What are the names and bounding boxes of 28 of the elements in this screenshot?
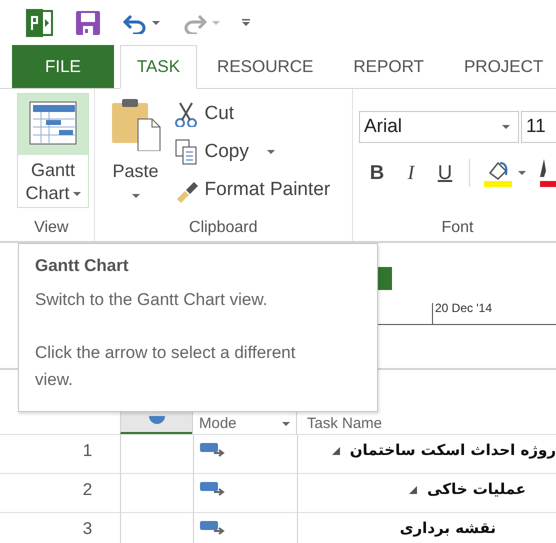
task-name: عملیات خاکی — [427, 479, 526, 500]
font-name-combo[interactable]: Arial — [359, 111, 519, 143]
underline-button[interactable]: U — [435, 162, 455, 184]
group-label: View — [33, 219, 70, 238]
bold-button[interactable]: B — [367, 162, 387, 184]
group-label: Font — [440, 219, 474, 238]
format-painter-button[interactable]: Format Painter — [174, 175, 330, 205]
tooltip-text: Switch to the Gantt Chart view. — [35, 289, 268, 311]
group-label: Clipboard — [188, 219, 258, 238]
ribbon-tab[interactable]: TASK — [120, 45, 198, 89]
tooltip-text: Click the arrow to select a different view. — [35, 342, 296, 391]
font-size-field[interactable]: 11 — [521, 111, 556, 143]
cut-button[interactable]: Cut — [174, 99, 330, 129]
ribbon-tab[interactable]: PROJECT — [444, 45, 556, 88]
timeline-date: 20 Dec '14 — [435, 301, 492, 315]
row-number: 3 — [82, 518, 94, 540]
gantt-chart-button[interactable]: Gantt Chart — [17, 93, 89, 208]
tooltip-title: Gantt Chart — [35, 256, 130, 276]
ribbon-tab[interactable]: REPORT — [333, 45, 444, 88]
task-name: نقشه برداری — [400, 518, 496, 539]
task-name: روژه احداث اسکت ساختمان — [350, 440, 556, 461]
row-number: 2 — [82, 479, 94, 501]
paste-button[interactable]: Paste — [106, 97, 165, 205]
italic-button[interactable]: I — [401, 162, 421, 184]
copy-button[interactable]: Copy — [174, 137, 330, 167]
ribbon-tab[interactable]: RESOURCE — [197, 45, 334, 88]
row-number: 1 — [82, 440, 94, 462]
file-tab[interactable]: FILE — [12, 45, 114, 88]
